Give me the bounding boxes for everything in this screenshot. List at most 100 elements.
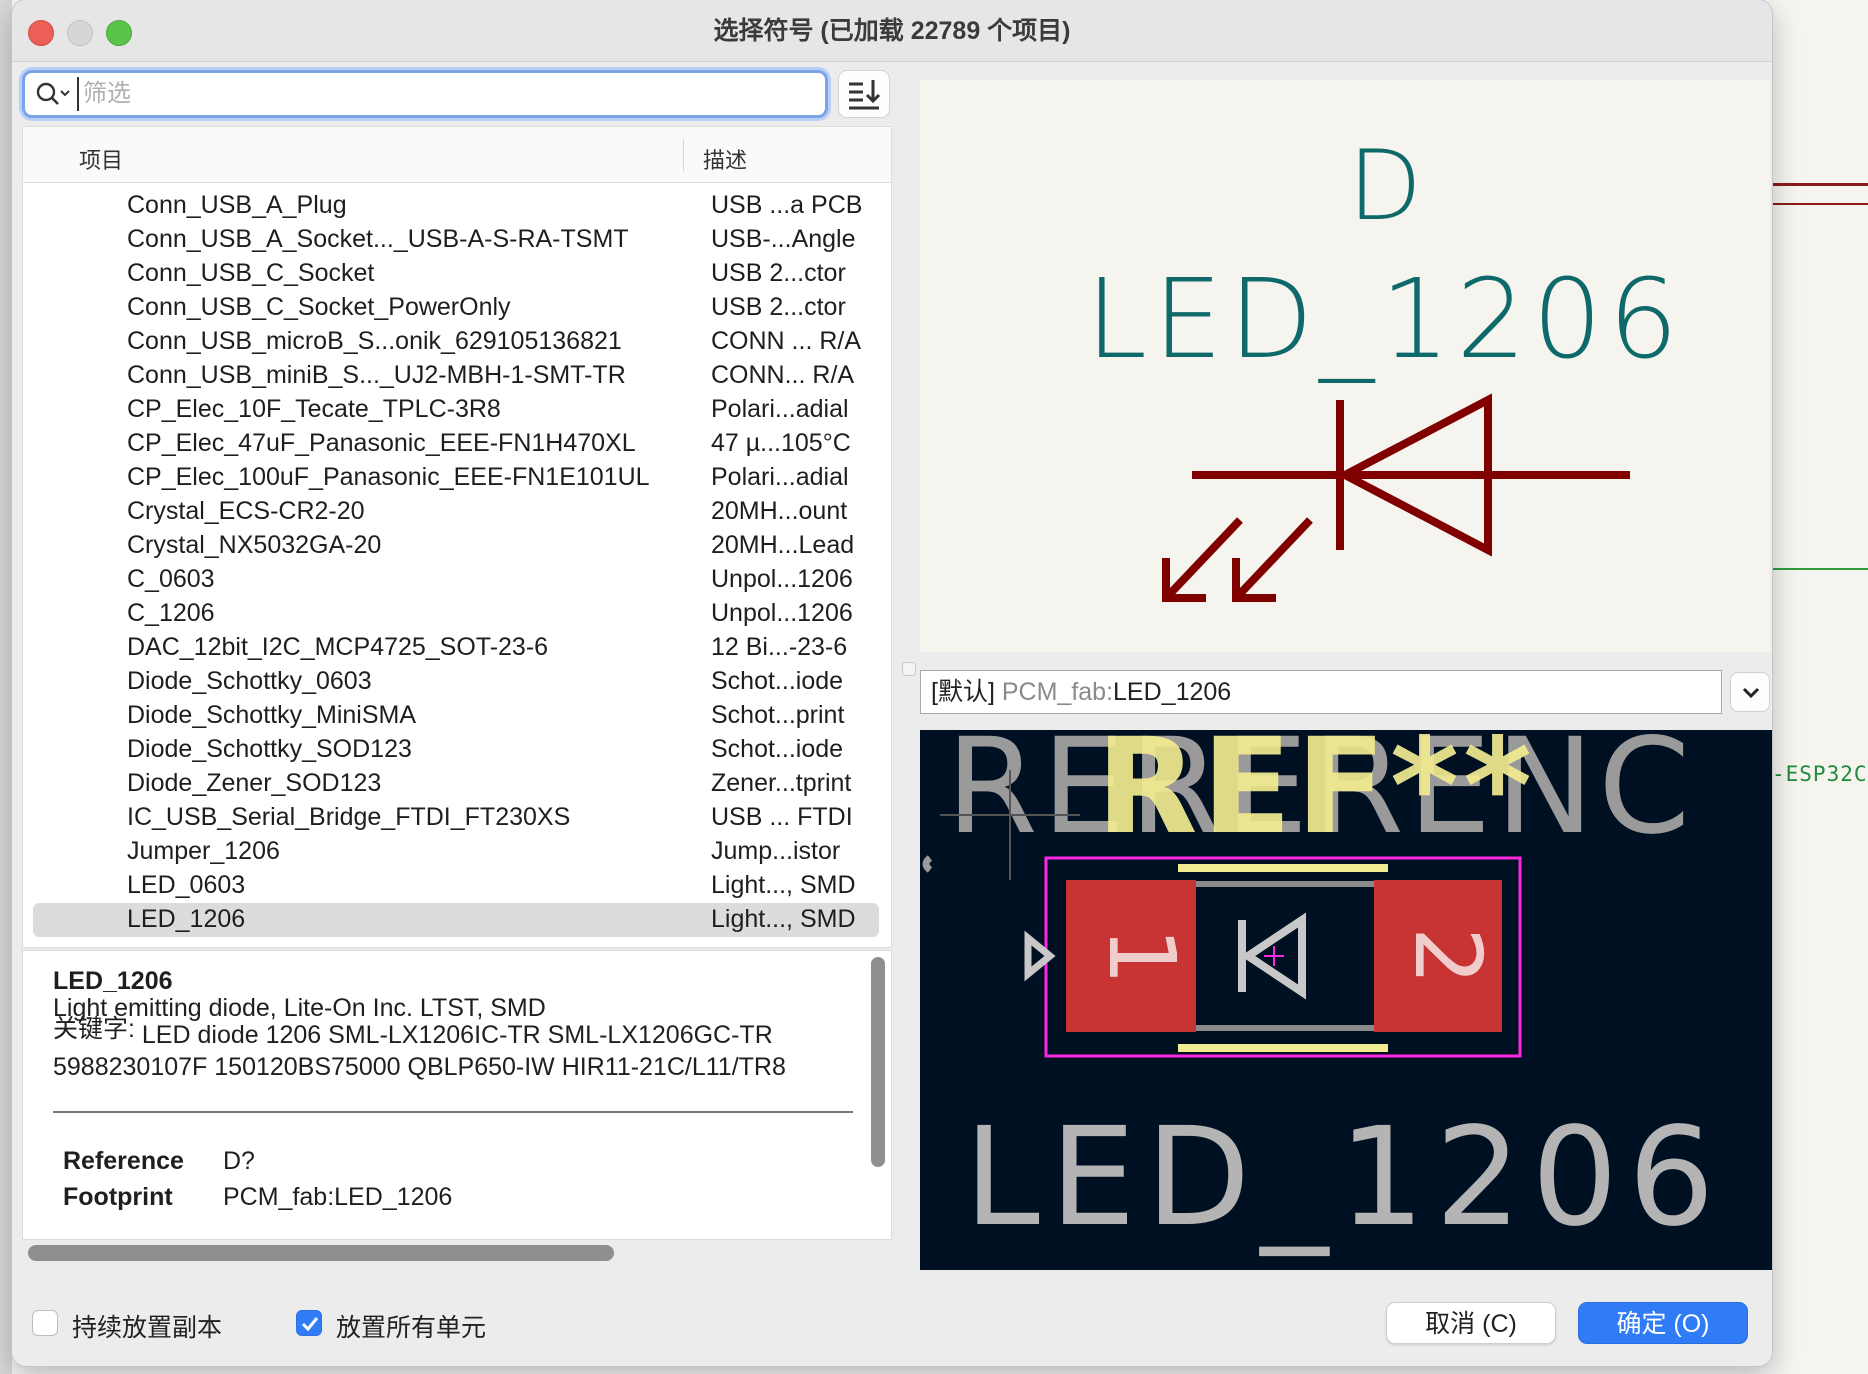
footprint-dropdown-button[interactable] <box>1730 672 1770 712</box>
footprint-default-tag: [默认] <box>931 678 995 706</box>
footprint-value-text: LED_1206 <box>964 1099 1725 1257</box>
row-symbol-name: Crystal_NX5032GA-20 <box>127 531 382 559</box>
row-symbol-description: Zener...tprint <box>711 769 852 797</box>
row-symbol-name: CP_Elec_47uF_Panasonic_EEE-FN1H470XL <box>127 429 636 457</box>
window-title: 选择符号 (已加载 22789 个项目) <box>713 17 1071 45</box>
details-horizontal-scrollbar[interactable] <box>28 1245 614 1261</box>
list-row[interactable]: Conn_USB_A_Plug USB ...a PCB <box>33 189 879 223</box>
silkscreen-reference-text: REF** <box>1096 730 1536 864</box>
list-row[interactable]: Crystal_NX5032GA-20 20MH...Lead <box>33 529 879 563</box>
row-symbol-description: USB 2...ctor <box>711 293 846 321</box>
field-label-reference: Reference <box>63 1147 184 1175</box>
list-row[interactable]: LED_0603 Light..., SMD <box>33 869 879 903</box>
sort-options-button[interactable] <box>838 70 890 118</box>
row-symbol-description: 47 µ...105°C <box>711 429 851 457</box>
row-symbol-name: Conn_USB_C_Socket <box>127 259 375 287</box>
list-row[interactable]: Conn_USB_A_Socket..._USB-A-S-RA-TSMT USB-… <box>33 223 879 257</box>
pad-1-label: 1 <box>1088 927 1195 986</box>
row-symbol-description: USB-...Angle <box>711 225 856 253</box>
net-label: -ESP32C3 <box>1772 762 1868 786</box>
list-row[interactable]: Conn_USB_C_Socket_PowerOnly USB 2...ctor <box>33 291 879 325</box>
background-schematic-left <box>0 0 12 1374</box>
row-symbol-name: C_1206 <box>127 599 215 627</box>
row-symbol-name: C_0603 <box>127 565 215 593</box>
details-vertical-scrollbar[interactable] <box>871 957 885 1167</box>
list-row[interactable]: IC_USB_Serial_Bridge_FTDI_FT230XS USB ...… <box>33 801 879 835</box>
row-symbol-description: USB ...a PCB <box>711 191 863 219</box>
row-symbol-description: Unpol...1206 <box>711 599 853 627</box>
symbol-list[interactable]: 项目 描述 Conn_USB_A_Plug USB ...a PCB Conn_US… <box>22 126 892 948</box>
symbol-emission-arrow <box>1163 517 1243 601</box>
checkmark-icon <box>301 1317 319 1332</box>
repeat-placement-checkbox[interactable] <box>32 1310 58 1336</box>
list-row[interactable]: Conn_USB_miniB_S..._UJ2-MBH-1-SMT-TR CONN… <box>33 359 879 393</box>
filter-input[interactable] <box>77 77 817 111</box>
row-symbol-name: Diode_Zener_SOD123 <box>127 769 382 797</box>
details-divider <box>53 1111 853 1113</box>
search-icon[interactable] <box>35 80 73 108</box>
field-value-reference: D? <box>223 1147 255 1175</box>
row-symbol-description: USB ... FTDI <box>711 803 853 831</box>
list-row[interactable]: C_1206 Unpol...1206 <box>33 597 879 631</box>
search-box[interactable] <box>22 70 828 118</box>
details-symbol-name: LED_1206 <box>53 967 173 995</box>
footprint-library: PCM_fab: <box>1001 678 1114 706</box>
list-row[interactable]: Diode_Schottky_MiniSMA Schot...print <box>33 699 879 733</box>
list-row[interactable]: Jumper_1206 Jump...istor <box>33 835 879 869</box>
details-keywords: 关键字: LED diode 1206 SML-LX1206IC-TR SML-… <box>53 1015 853 1083</box>
row-symbol-name: Conn_USB_A_Socket..._USB-A-S-RA-TSMT <box>127 225 629 253</box>
list-row[interactable]: CP_Elec_47uF_Panasonic_EEE-FN1H470XL 47 µ… <box>33 427 879 461</box>
pane-splitter-handle[interactable] <box>902 662 916 676</box>
row-symbol-description: USB 2...ctor <box>711 259 846 287</box>
row-symbol-description: Schot...iode <box>711 735 844 763</box>
row-symbol-name: Conn_USB_C_Socket_PowerOnly <box>127 293 511 321</box>
list-row[interactable]: CP_Elec_100uF_Panasonic_EEE-FN1E101UL Pol… <box>33 461 879 495</box>
cancel-button[interactable]: 取消 (C) <box>1386 1302 1556 1344</box>
column-divider[interactable] <box>683 139 684 171</box>
list-row[interactable]: CP_Elec_10F_Tecate_TPLC-3R8 Polari...adia… <box>33 393 879 427</box>
list-row[interactable]: Diode_Schottky_SOD123 Schot...iode <box>33 733 879 767</box>
list-row[interactable]: Crystal_ECS-CR2-20 20MH...ount <box>33 495 879 529</box>
row-symbol-description: Light..., SMD <box>711 905 856 933</box>
row-symbol-name: Conn_USB_A_Plug <box>127 191 347 219</box>
list-row[interactable]: Diode_Schottky_0603 Schot...iode <box>33 665 879 699</box>
schematic-wire <box>1770 183 1868 186</box>
led-symbol-graphic <box>1162 393 1630 602</box>
row-symbol-name: Crystal_ECS-CR2-20 <box>127 497 365 525</box>
row-symbol-name: Conn_USB_miniB_S..._UJ2-MBH-1-SMT-TR <box>127 361 626 389</box>
column-header-description[interactable]: 描述 <box>703 143 747 175</box>
list-row[interactable]: C_0603 Unpol...1206 <box>33 563 879 597</box>
keywords-value: LED diode 1206 SML-LX1206IC-TR SML-LX120… <box>53 1021 786 1081</box>
row-symbol-name: Diode_Schottky_0603 <box>127 667 372 695</box>
choose-symbol-dialog: 选择符号 (已加载 22789 个项目) 项目 描述 Conn_USB_A_Pl… <box>12 0 1772 1366</box>
list-row[interactable]: LED_1206 Light..., SMD <box>33 903 879 937</box>
ok-button[interactable]: 确定 (O) <box>1578 1302 1748 1344</box>
column-header-item[interactable]: 项目 <box>79 143 123 175</box>
row-symbol-description: Schot...iode <box>711 667 844 695</box>
row-symbol-description: Schot...print <box>711 701 845 729</box>
row-symbol-description: CONN ... R/A <box>711 327 862 355</box>
row-symbol-name: Diode_Schottky_SOD123 <box>127 735 412 763</box>
row-symbol-description: Light..., SMD <box>711 871 856 899</box>
symbol-emission-arrow <box>1233 517 1313 601</box>
place-all-units-label[interactable]: 放置所有单元 <box>336 1308 486 1344</box>
list-row[interactable]: Conn_USB_microB_S...onik_629105136821 CON… <box>33 325 879 359</box>
row-symbol-name: Jumper_1206 <box>127 837 280 865</box>
list-row[interactable]: Diode_Zener_SOD123 Zener...tprint <box>33 767 879 801</box>
row-symbol-description: Polari...adial <box>711 395 849 423</box>
row-symbol-description: 20MH...ount <box>711 497 848 525</box>
list-row[interactable]: Conn_USB_C_Socket USB 2...ctor <box>33 257 879 291</box>
row-symbol-name: IC_USB_Serial_Bridge_FTDI_FT230XS <box>127 803 571 831</box>
field-label-footprint: Footprint <box>63 1183 173 1211</box>
list-header: 项目 描述 <box>23 127 891 183</box>
place-all-units-checkbox[interactable] <box>296 1310 322 1336</box>
list-row[interactable]: DAC_12bit_I2C_MCP4725_SOT-23-6 12 Bi...-2… <box>33 631 879 665</box>
schematic-wire <box>1770 568 1868 570</box>
footprint-name: LED_1206 <box>1113 678 1232 706</box>
schematic-wire <box>1770 203 1868 205</box>
footprint-preview: RERERENC REF** 1 2 LED_1206 <box>920 730 1772 1270</box>
repeat-placement-label[interactable]: 持续放置副本 <box>72 1308 222 1344</box>
footprint-select[interactable]: [默认] PCM_fab:LED_1206 <box>920 670 1722 714</box>
row-symbol-name: Conn_USB_microB_S...onik_629105136821 <box>127 327 622 355</box>
row-symbol-name: CP_Elec_100uF_Panasonic_EEE-FN1E101UL <box>127 463 650 491</box>
